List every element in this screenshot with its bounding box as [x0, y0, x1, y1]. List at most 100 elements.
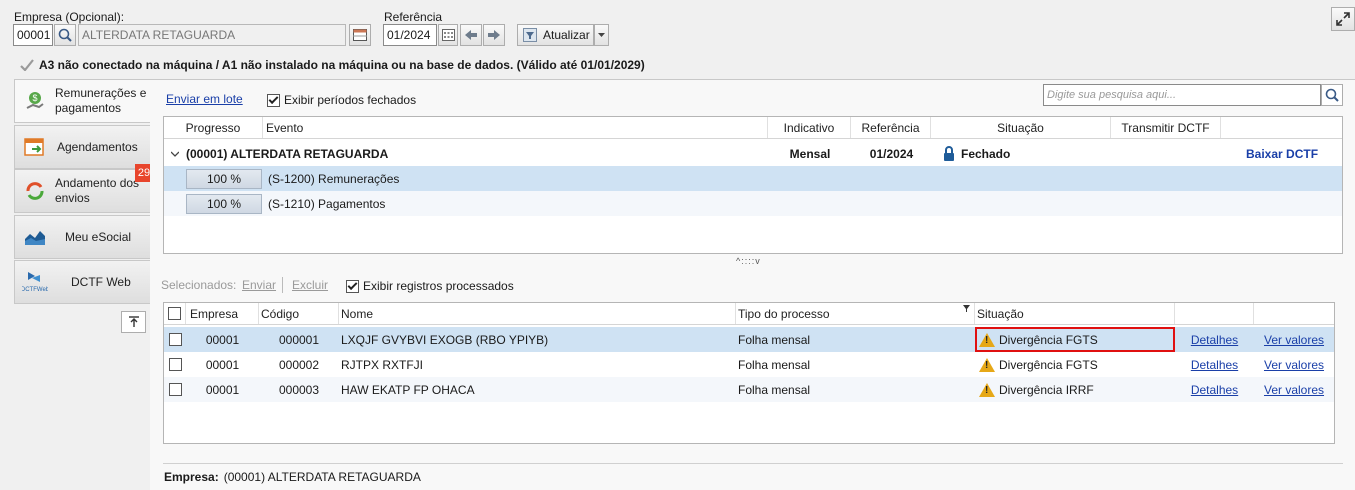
empresa-code-input[interactable]: 00001 — [13, 24, 53, 46]
records-grid: Empresa Código Nome Tipo do processo Sit… — [163, 302, 1335, 444]
column-tipo-processo[interactable]: Tipo do processo — [736, 303, 975, 324]
group-name: (00001) ALTERDATA RETAGUARDA — [186, 146, 389, 161]
search-icon — [1325, 88, 1339, 102]
event-row[interactable]: 100 % (S-1200) Remunerações — [164, 166, 1342, 191]
detalhes-link[interactable]: Detalhes — [1175, 358, 1254, 372]
situacao-text: Divergência FGTS — [999, 357, 1098, 372]
footer-empresa-value: (00001) ALTERDATA RETAGUARDA — [223, 470, 421, 484]
cell-situacao: Divergência FGTS — [975, 327, 1175, 352]
table-row[interactable]: 00001 000003 HAW EKATP FP OHACA Folha me… — [164, 377, 1334, 402]
table-row[interactable]: 00001 000002 RJTPX RXTFJI Folha mensal D… — [164, 352, 1334, 377]
selecionados-label: Selecionados: — [161, 278, 237, 292]
ver-valores-link[interactable]: Ver valores — [1254, 383, 1334, 397]
atualizar-label: Atualizar — [543, 28, 590, 42]
calendar-icon — [15, 137, 55, 157]
empresa-label: Empresa (Opcional): — [14, 10, 125, 24]
atualizar-button[interactable]: Atualizar — [517, 24, 594, 46]
sidebar-item-label: Agendamentos — [57, 139, 138, 154]
referencia-input[interactable]: 01/2024 — [383, 24, 437, 46]
cell-codigo: 000001 — [278, 332, 320, 347]
column-indicativo[interactable]: Indicativo — [768, 117, 851, 138]
search-input[interactable]: Digite sua pesquisa aqui... — [1043, 84, 1321, 106]
chevron-down-icon[interactable] — [171, 151, 179, 157]
cell-tipo: Folha mensal — [738, 357, 811, 372]
table-icon[interactable] — [349, 24, 371, 46]
sidebar-item-remuneracoes[interactable]: $ Remunerações e pagamentos — [14, 79, 163, 123]
sidebar-item-label: Remunerações e pagamentos — [55, 86, 147, 115]
sidebar-item-agendamentos[interactable]: Agendamentos — [14, 125, 151, 169]
chevron-down-icon — [598, 33, 605, 37]
enviar-em-lote-link[interactable]: Enviar em lote — [166, 92, 243, 106]
exibir-registros-checkbox[interactable] — [346, 279, 359, 293]
event-row[interactable]: 100 % (S-1210) Pagamentos — [164, 191, 1342, 216]
group-referencia: 01/2024 — [869, 146, 914, 161]
money-icon: $ — [15, 90, 55, 112]
sidebar-item-dctf-web[interactable]: DCTFWeb DCTF Web — [14, 260, 151, 304]
cell-nome: RJTPX RXTFJI — [341, 357, 424, 372]
exibir-periodos-checkbox[interactable] — [267, 93, 280, 107]
sidebar-item-label: Andamento dos envios — [55, 176, 140, 205]
chart-icon — [15, 228, 55, 246]
cell-nome: HAW EKATP FP OHACA — [341, 382, 475, 397]
column-transmitir-dctf[interactable]: Transmitir DCTF — [1111, 117, 1221, 138]
ver-valores-link[interactable]: Ver valores — [1254, 333, 1334, 347]
cell-situacao: Divergência IRRF — [975, 382, 1175, 397]
row-checkbox[interactable] — [168, 333, 182, 346]
enviar-link[interactable]: Enviar — [242, 278, 276, 292]
column-evento[interactable]: Evento — [263, 117, 768, 138]
column-codigo[interactable]: Código — [259, 303, 339, 324]
scroll-top-button[interactable] — [121, 311, 146, 333]
lock-icon — [944, 146, 954, 161]
column-tipo-processo-label: Tipo do processo — [738, 306, 830, 321]
cell-nome: LXQJF GVYBVI EXOGB (RBO YPIYB) — [341, 332, 549, 347]
checkmark-icon — [20, 59, 34, 71]
table-row[interactable]: 00001 000001 LXQJF GVYBVI EXOGB (RBO YPI… — [164, 327, 1334, 352]
events-grid: Progresso Evento Indicativo Referência S… — [163, 116, 1343, 254]
footer-empresa-label: Empresa: — [164, 470, 219, 484]
detalhes-link[interactable]: Detalhes — [1175, 333, 1254, 347]
progress-bar: 100 % — [186, 168, 262, 189]
ver-valores-link[interactable]: Ver valores — [1254, 358, 1334, 372]
column-nome[interactable]: Nome — [339, 303, 736, 324]
cell-empresa: 00001 — [205, 382, 240, 397]
cell-codigo: 000003 — [278, 382, 320, 397]
column-situacao[interactable]: Situação — [931, 117, 1111, 138]
column-progresso[interactable]: Progresso — [164, 117, 263, 138]
splitter-handle[interactable]: ^::::v — [736, 256, 761, 266]
group-row[interactable]: (00001) ALTERDATA RETAGUARDA Mensal 01/2… — [164, 141, 1342, 166]
detalhes-link[interactable]: Detalhes — [1175, 383, 1254, 397]
select-all-checkbox[interactable] — [168, 307, 181, 320]
cell-tipo: Folha mensal — [738, 332, 811, 347]
warning-icon — [979, 382, 995, 397]
refresh-icon — [15, 180, 55, 202]
calendar-icon[interactable] — [438, 24, 458, 46]
group-indicativo: Mensal — [789, 146, 831, 161]
empresa-name-field: ALTERDATA RETAGUARDA — [78, 24, 346, 46]
column-situacao[interactable]: Situação — [975, 303, 1175, 324]
search-button[interactable] — [1321, 84, 1343, 106]
filter-icon[interactable] — [963, 305, 970, 312]
search-icon[interactable] — [54, 24, 76, 46]
atualizar-dropdown-button[interactable] — [594, 24, 609, 46]
dctfweb-icon: DCTFWeb — [15, 270, 55, 294]
arrow-up-icon — [128, 316, 139, 327]
exibir-periodos-label: Exibir períodos fechados — [284, 93, 417, 107]
row-checkbox[interactable] — [168, 358, 182, 371]
column-empresa[interactable]: Empresa — [186, 303, 259, 324]
events-grid-header: Progresso Evento Indicativo Referência S… — [164, 117, 1342, 139]
arrow-left-icon[interactable] — [460, 24, 482, 46]
referencia-label: Referência — [384, 10, 443, 24]
progress-bar: 100 % — [186, 193, 262, 214]
excluir-link[interactable]: Excluir — [292, 278, 328, 292]
baixar-dctf-link[interactable]: Baixar DCTF — [1246, 147, 1318, 161]
sidebar-item-meu-esocial[interactable]: Meu eSocial — [14, 215, 151, 259]
svg-text:$: $ — [32, 93, 37, 103]
row-checkbox[interactable] — [168, 383, 182, 396]
column-referencia[interactable]: Referência — [851, 117, 931, 138]
arrow-right-icon[interactable] — [483, 24, 505, 46]
expand-icon[interactable] — [1331, 7, 1355, 31]
cell-codigo: 000002 — [278, 357, 320, 372]
records-grid-header: Empresa Código Nome Tipo do processo Sit… — [164, 303, 1334, 325]
cell-empresa: 00001 — [205, 357, 240, 372]
sidebar-item-andamento[interactable]: Andamento dos envios — [14, 169, 151, 213]
